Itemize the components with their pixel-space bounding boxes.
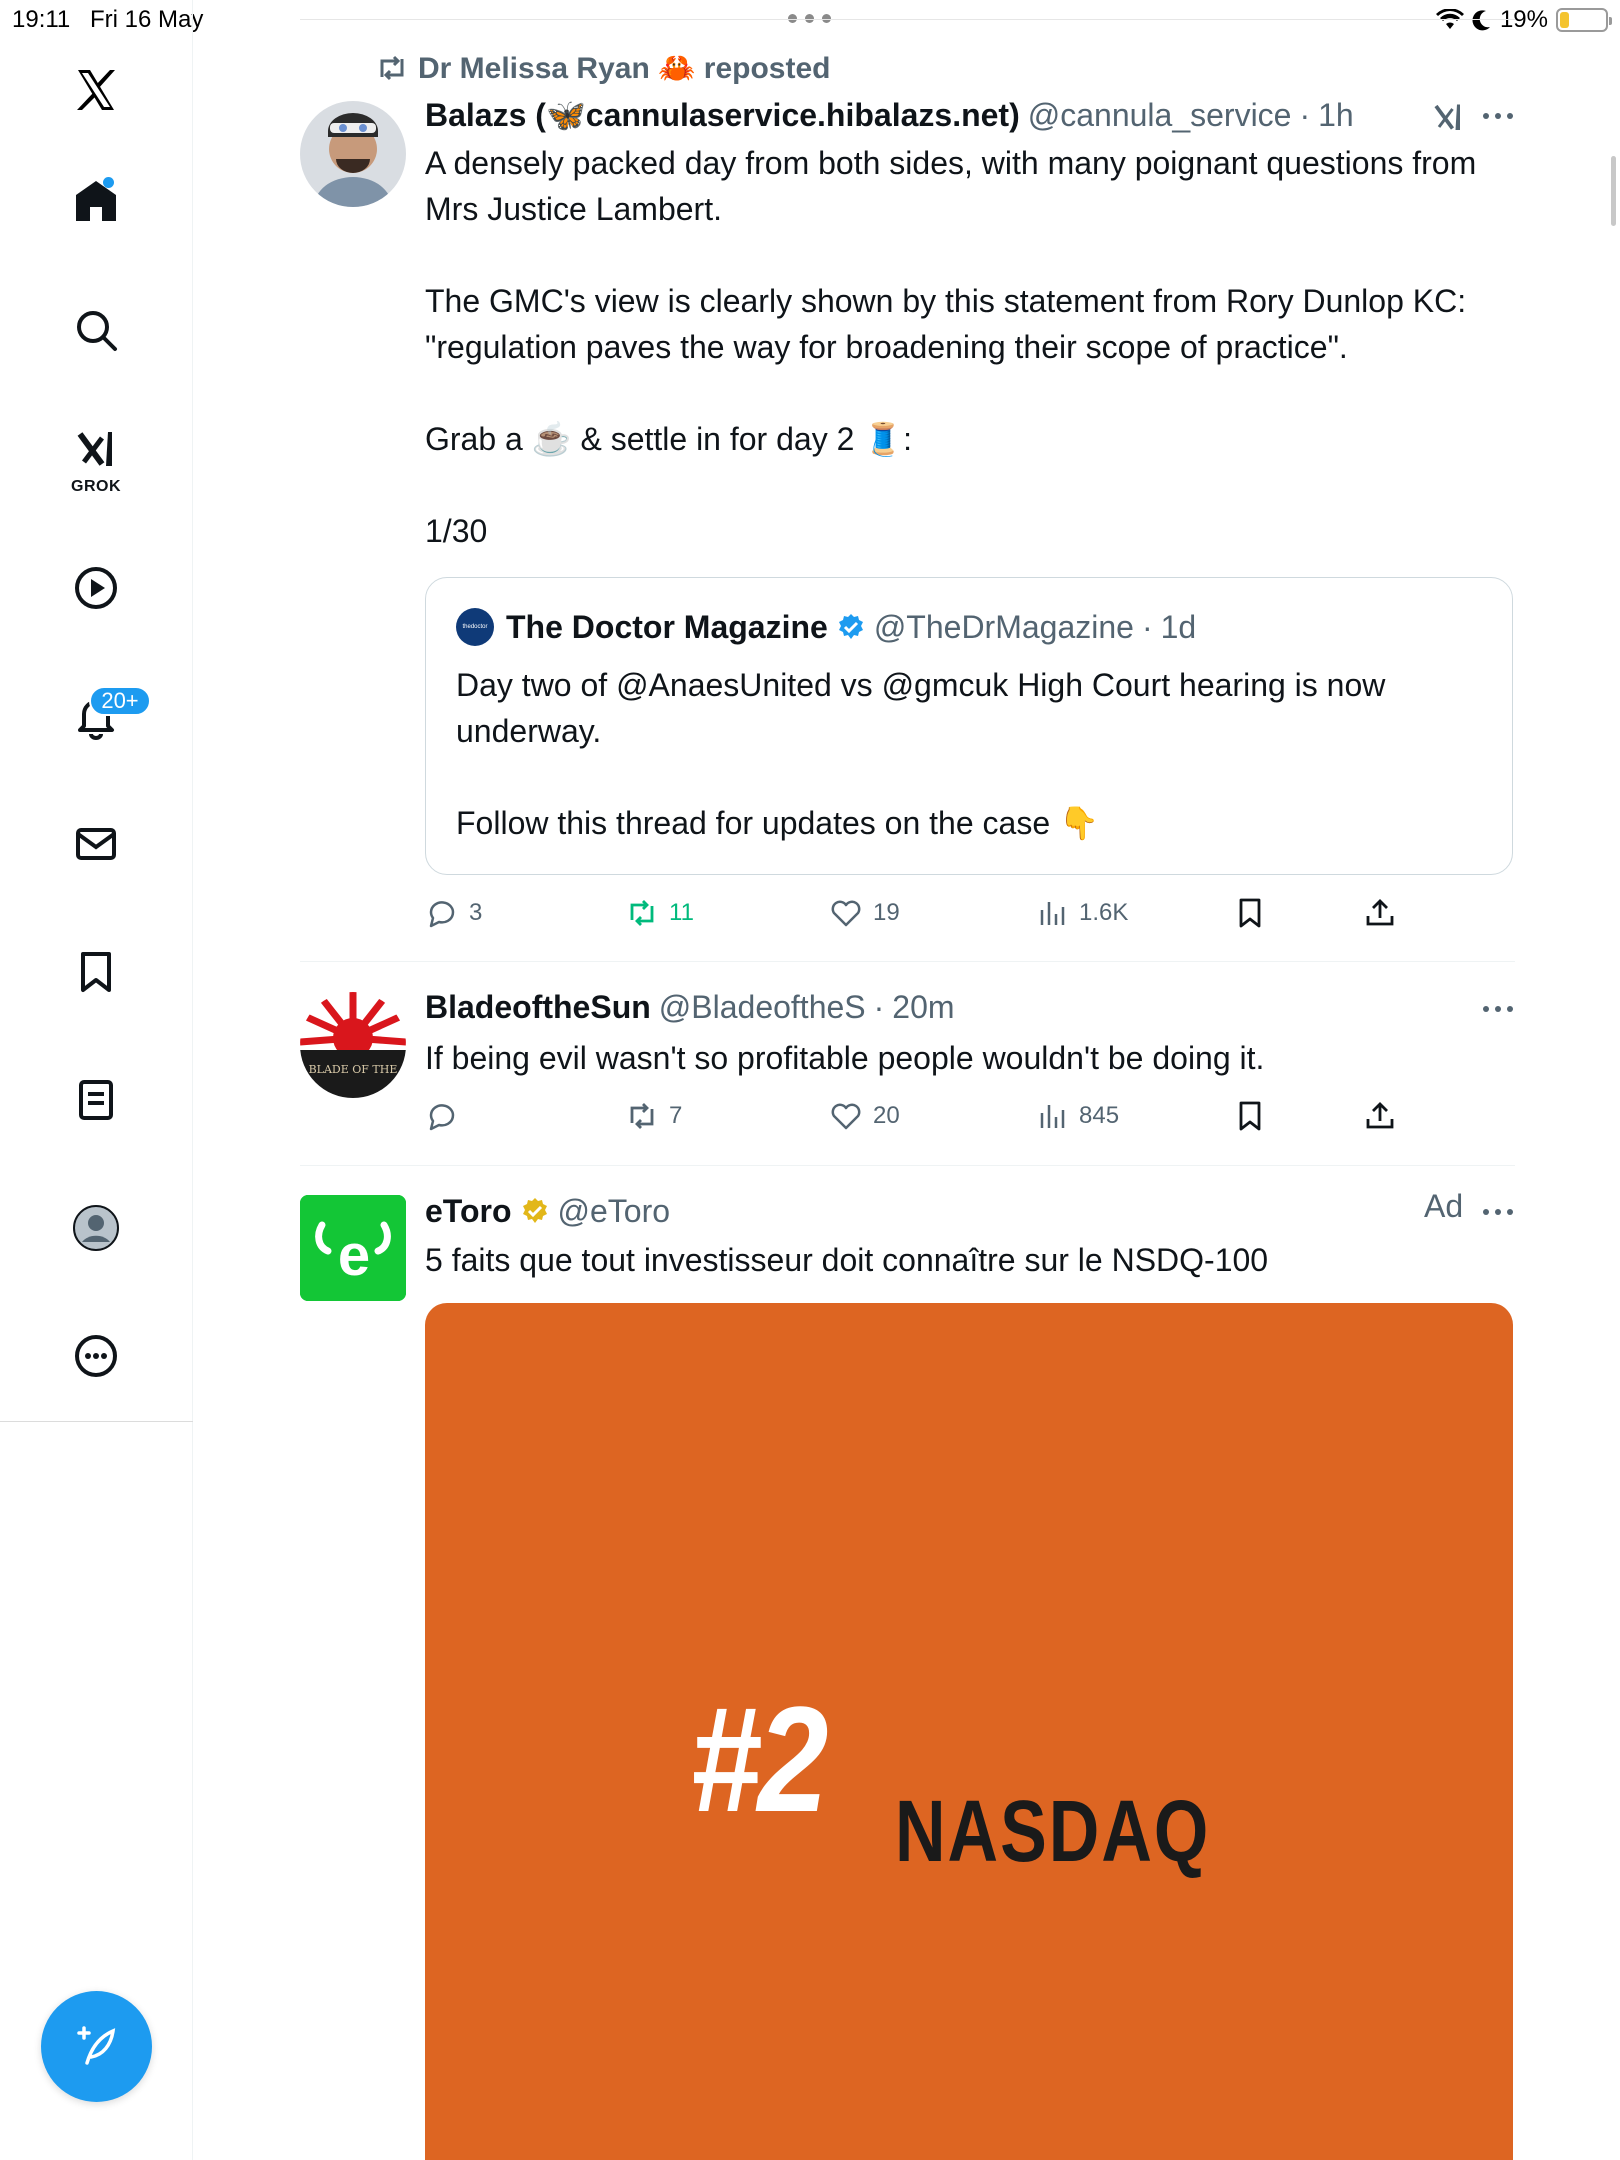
quoted-header: The Doctor Magazine @TheDrMagazine · 1d <box>506 608 1197 645</box>
tweet-divider <box>300 1165 1515 1166</box>
author-name[interactable]: eToro <box>425 1193 512 1230</box>
bookmarks-icon[interactable] <box>56 932 136 1012</box>
views-count: 845 <box>1079 1102 1120 1129</box>
reply-icon <box>429 1104 455 1131</box>
tweet-text: 5 faits que tout investisseur doit conna… <box>425 1242 1269 1278</box>
avatar[interactable]: BLADE OF THE <box>300 992 406 1098</box>
avatar[interactable] <box>300 101 406 207</box>
views-chart-icon <box>1040 902 1065 925</box>
wifi-icon <box>1435 9 1464 29</box>
repost-count: 7 <box>669 1102 683 1129</box>
status-bar: 19:11 Fri 16 May 19% <box>0 0 1620 40</box>
views-count: 1.6K <box>1079 899 1129 926</box>
share-button[interactable] <box>1363 1094 1397 1138</box>
lists-icon[interactable] <box>56 1060 136 1140</box>
author-handle[interactable]: @cannula_service <box>1028 97 1292 134</box>
share-icon <box>1366 1102 1394 1129</box>
quoted-author-name: The Doctor Magazine <box>506 608 828 645</box>
verified-badge-icon <box>838 614 863 639</box>
ad-media-number: #2 <box>690 1675 828 1843</box>
gold-verified-badge-icon <box>522 1198 547 1223</box>
tweet-actions: 3 11 19 1.6K <box>425 891 1505 935</box>
share-button[interactable] <box>1363 891 1397 935</box>
reply-button[interactable] <box>425 1094 469 1138</box>
views-chart-icon <box>1040 1105 1065 1128</box>
repost-context: Dr Melissa Ryan 🦀 reposted <box>376 48 831 88</box>
author-handle[interactable]: @BladeoftheS <box>659 989 866 1026</box>
bookmark-button[interactable] <box>1233 1094 1267 1138</box>
ad-media-word: NASDAQ <box>895 1782 1211 1880</box>
compose-feather-icon <box>76 2025 115 2065</box>
grok-explain-icon[interactable] <box>1430 100 1466 136</box>
profile-avatar-icon[interactable] <box>56 1188 136 1268</box>
reply-icon <box>429 901 455 928</box>
grok-label: GROK <box>71 478 121 495</box>
top-divider <box>300 19 1515 20</box>
tweet-time[interactable]: 20m <box>892 989 954 1026</box>
more-options-icon[interactable] <box>56 1316 136 1396</box>
quoted-avatar: thedoctor <box>456 608 494 646</box>
tweet-header: eToro @eToro <box>425 1189 670 1233</box>
share-icon <box>1366 899 1394 926</box>
search-icon[interactable] <box>56 290 136 370</box>
svg-text:e: e <box>338 1223 370 1288</box>
repost-by-label: Dr Melissa Ryan 🦀 reposted <box>418 51 831 85</box>
author-name[interactable]: BladeoftheSun <box>425 989 651 1026</box>
ad-label: Ad <box>1424 1188 1464 1224</box>
x-logo-icon[interactable] <box>56 50 136 130</box>
tweet-time[interactable]: 1h <box>1318 97 1354 134</box>
battery-percent: 19% <box>1499 6 1548 33</box>
repost-count: 11 <box>669 899 694 926</box>
heart-icon <box>831 900 861 927</box>
tweet-header: Balazs (🦋cannulaservice.hibalazs.net) @c… <box>425 96 1354 134</box>
notifications-badge: 20+ <box>89 686 151 716</box>
status-right: 19% <box>1435 4 1612 36</box>
author-handle[interactable]: @eToro <box>558 1193 671 1230</box>
reply-count: 3 <box>469 899 483 926</box>
moon-icon <box>1472 10 1490 31</box>
author-name[interactable]: Balazs (🦋cannulaservice.hibalazs.net) <box>425 96 1020 134</box>
like-button[interactable]: 19 <box>829 891 900 935</box>
repost-icon <box>380 55 404 81</box>
more-options-icon[interactable] <box>1481 1206 1517 1220</box>
quoted-tweet-text: Day two of @AnaesUnited vs @gmcuk High C… <box>456 667 1386 841</box>
like-count: 19 <box>873 899 900 926</box>
home-icon[interactable] <box>56 161 136 241</box>
more-options-icon[interactable] <box>1481 1003 1517 1017</box>
repost-icon <box>630 900 654 926</box>
quoted-author-handle: @TheDrMagazine <box>873 608 1134 645</box>
repost-button[interactable]: 7 <box>625 1094 682 1138</box>
tweet-header: BladeoftheSun @BladeoftheS · 20m <box>425 988 955 1026</box>
sidebar-separator <box>0 1421 193 1422</box>
views-button[interactable]: 1.6K <box>1035 891 1128 935</box>
bookmark-icon <box>1239 898 1261 928</box>
battery-icon <box>1556 8 1612 32</box>
avatar[interactable]: e <box>300 1195 406 1301</box>
heart-icon <box>831 1103 861 1130</box>
views-button[interactable]: 845 <box>1035 1094 1119 1138</box>
etoro-logo-icon: e <box>300 1195 406 1301</box>
tweet-actions: 7 20 845 <box>425 1094 1505 1138</box>
reply-button[interactable]: 3 <box>425 891 482 935</box>
tweet-text: A densely packed day from both sides, wi… <box>425 145 1477 549</box>
like-count: 20 <box>873 1102 900 1129</box>
video-play-icon[interactable] <box>56 548 136 628</box>
sidebar: GROK 20+ <box>0 0 193 2160</box>
like-button[interactable]: 20 <box>829 1094 900 1138</box>
quoted-tweet-time: 1d <box>1160 608 1197 645</box>
tweet-text: If being evil wasn't so profitable peopl… <box>425 1040 1265 1076</box>
home-unread-dot <box>103 177 114 188</box>
more-options-icon[interactable] <box>1481 110 1517 124</box>
ad-media-image[interactable]: #2 NASDAQ <box>425 1303 1513 2160</box>
scrollbar[interactable] <box>1611 156 1616 226</box>
tweet-divider <box>300 961 1515 962</box>
quoted-tweet-card[interactable]: thedoctor The Doctor Magazine @TheDrMaga… <box>425 577 1513 875</box>
bookmark-icon <box>1239 1101 1261 1131</box>
repost-button[interactable]: 11 <box>625 891 694 935</box>
messages-envelope-icon[interactable] <box>56 804 136 884</box>
repost-icon <box>630 1103 654 1129</box>
compose-post-button[interactable] <box>41 1991 152 2102</box>
avatar-text: BLADE OF THE <box>309 1063 398 1076</box>
bookmark-button[interactable] <box>1233 891 1267 935</box>
